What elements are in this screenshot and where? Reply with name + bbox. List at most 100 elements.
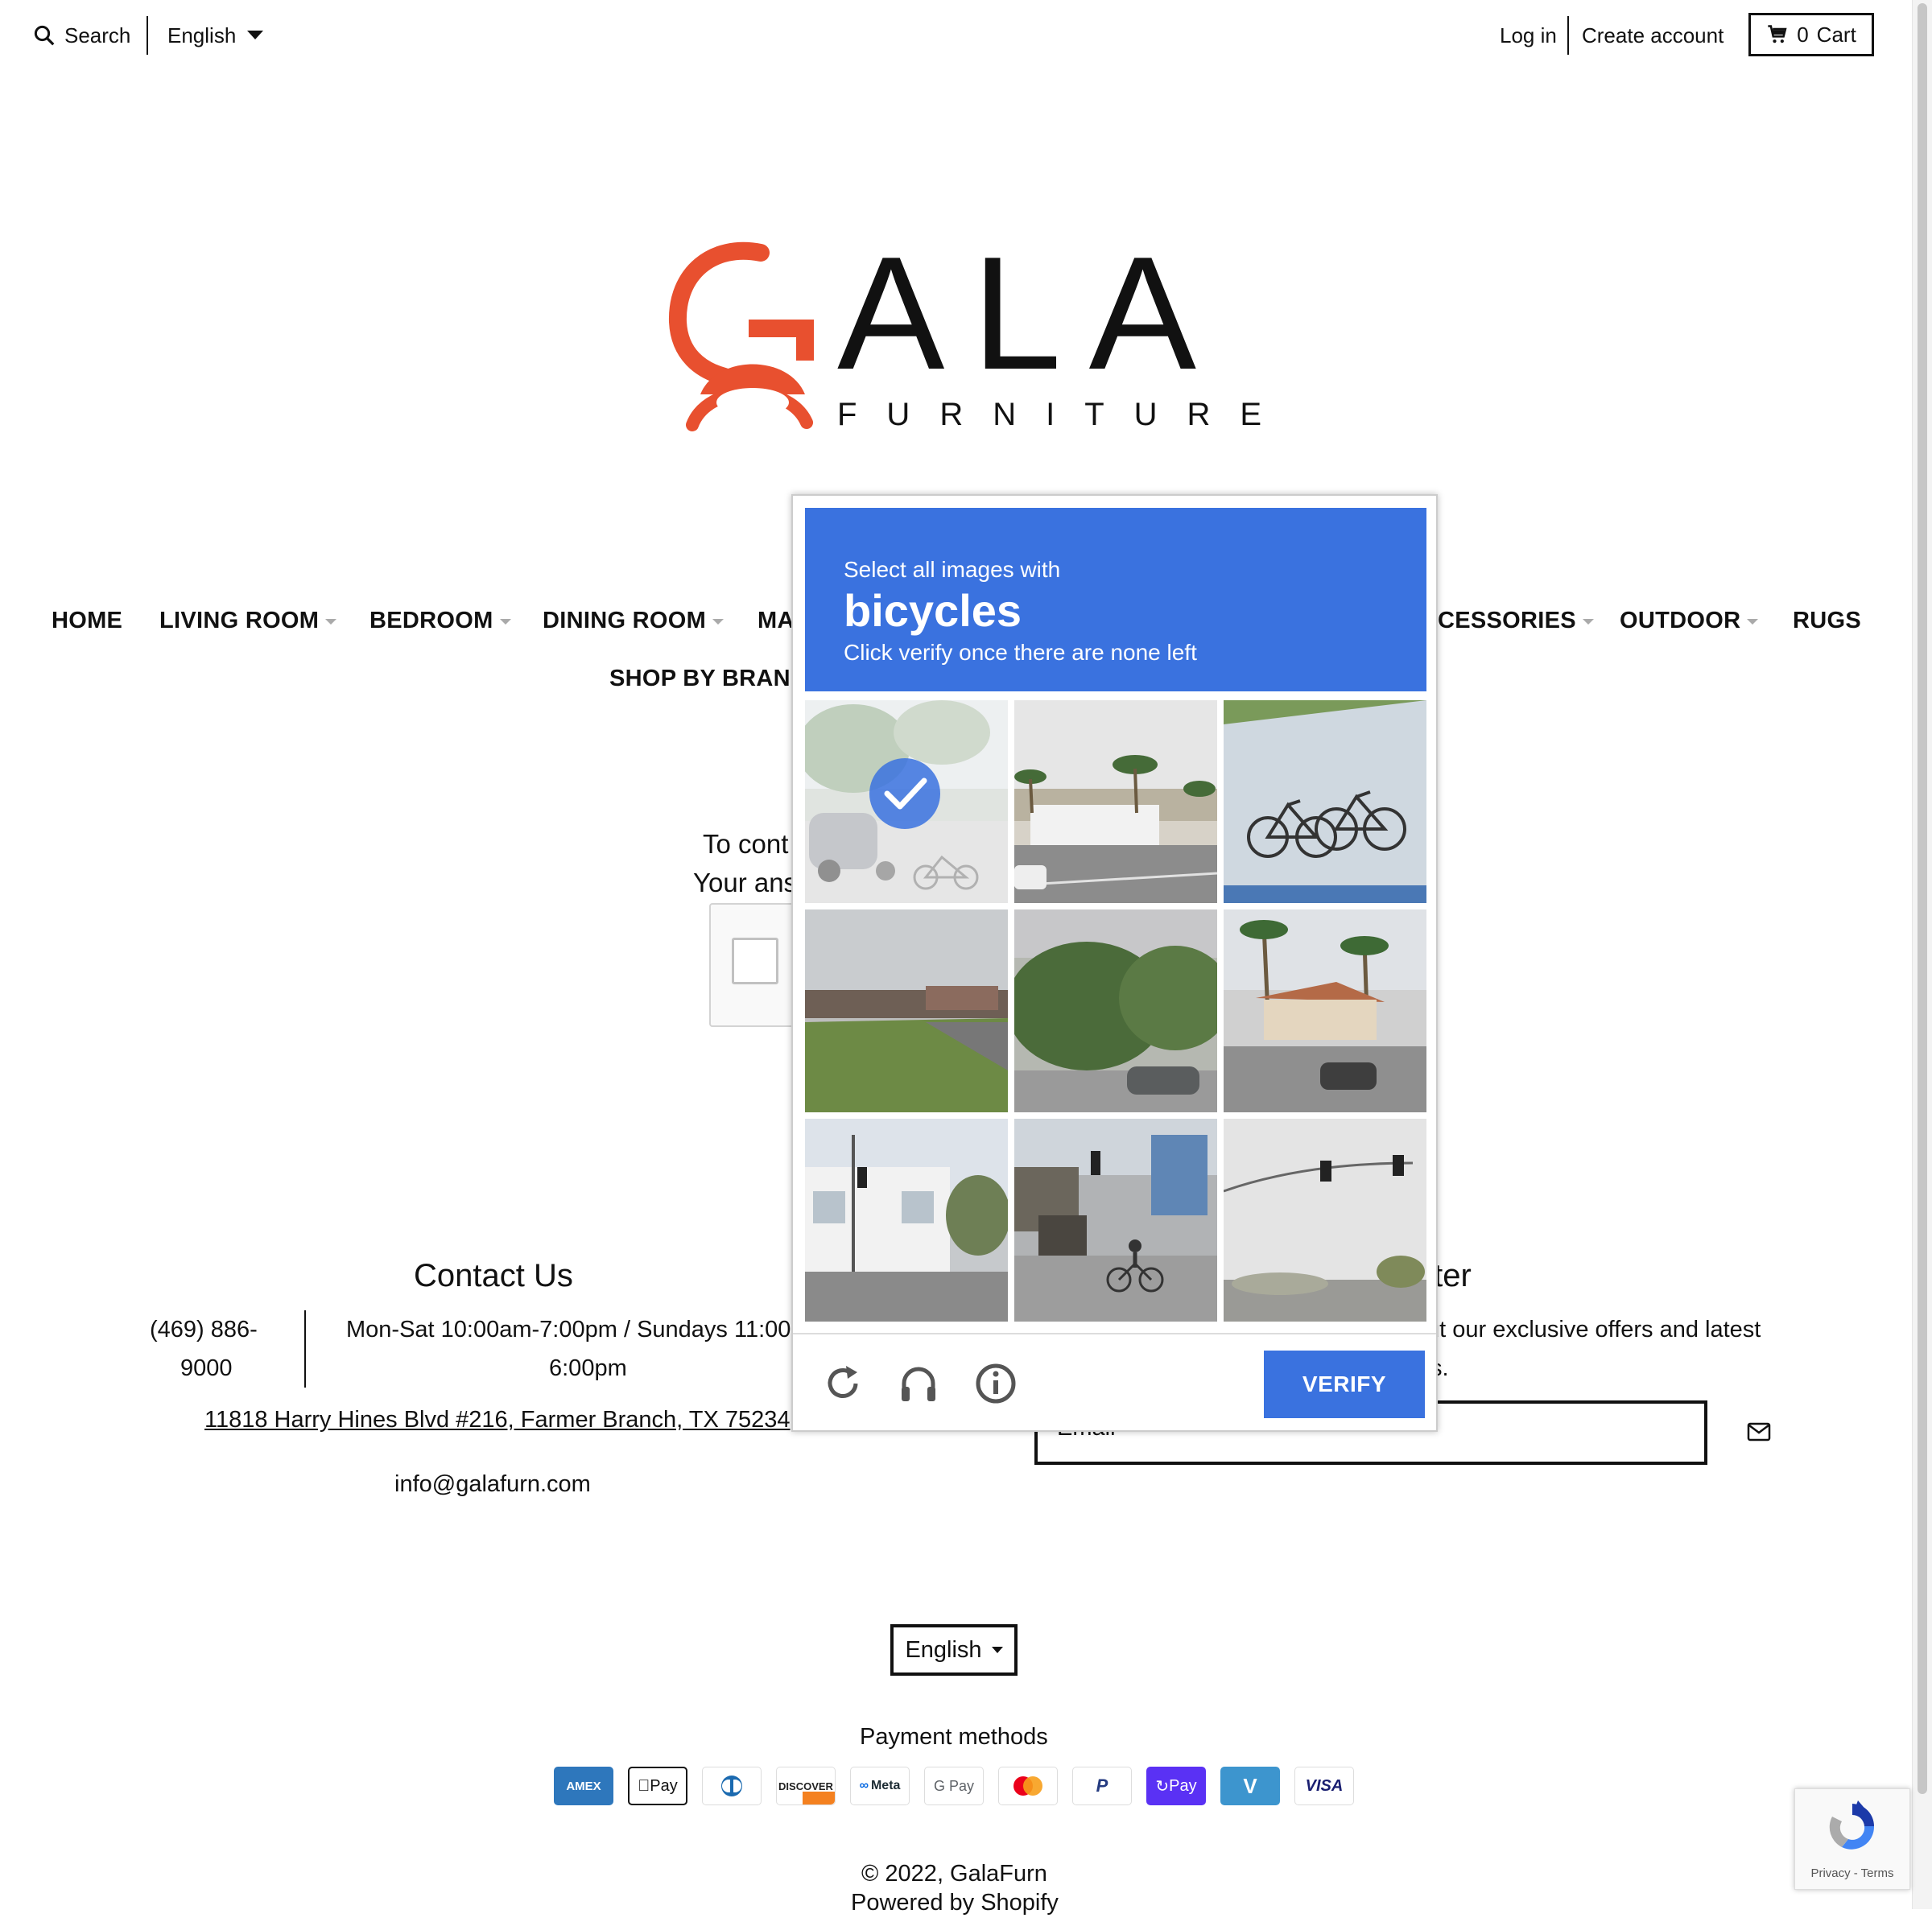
nav-label: RUGS	[1793, 608, 1861, 633]
captcha-header: Select all images with bicycles Click ve…	[805, 508, 1426, 691]
google-pay-icon: G Pay	[924, 1767, 984, 1805]
audio-icon[interactable]	[896, 1361, 941, 1406]
discover-icon: DISCOVER	[776, 1767, 836, 1805]
apple-pay-label: Pay	[643, 1776, 677, 1795]
caret-down-icon	[1582, 618, 1594, 625]
nav-rugs[interactable]: RUGS	[1793, 605, 1861, 636]
search-icon	[34, 25, 55, 46]
payment-methods-title: Payment methods	[860, 1724, 1048, 1750]
captcha-target: bicycles	[844, 585, 1022, 636]
tile-palm-road[interactable]	[1014, 700, 1217, 903]
challenge-message-line1: To cont	[703, 829, 789, 859]
tile-truck-bicycles[interactable]	[1224, 700, 1426, 903]
nav-outdoor[interactable]: OUTDOOR	[1620, 605, 1759, 636]
chevron-down-icon	[991, 1646, 1003, 1653]
meta-pay-label: Meta	[870, 1779, 901, 1792]
captcha-challenge-dialog: Select all images with bicycles Click ve…	[791, 494, 1438, 1432]
cart-icon	[1768, 25, 1787, 43]
nav-label: MA	[758, 608, 795, 633]
tile-street-bike-rack[interactable]	[805, 700, 1008, 903]
nav-living-room[interactable]: LIVING ROOM	[159, 605, 337, 636]
language-selector[interactable]: English	[167, 23, 264, 48]
login-link[interactable]: Log in	[1500, 23, 1557, 48]
nav-home[interactable]: HOME	[52, 605, 122, 636]
nav-accessories[interactable]: CESSORIES	[1438, 605, 1594, 636]
recaptcha-badge[interactable]: Privacy - Terms	[1794, 1788, 1910, 1890]
nav-label: LIVING ROOM	[159, 608, 320, 633]
cart-label: Cart	[1816, 22, 1856, 47]
visa-icon: VISA	[1294, 1767, 1354, 1805]
nav-label: SHOP BY BRAND	[609, 666, 808, 691]
newsletter-text-line1: ut our exclusive offers and latest	[1426, 1317, 1761, 1343]
contact-email[interactable]: info@galafurn.com	[394, 1465, 591, 1503]
store-address-link[interactable]: 11818 Harry Hines Blvd #216, Farmer Bran…	[204, 1400, 791, 1439]
search-link[interactable]: Search	[32, 23, 130, 48]
divider	[147, 16, 148, 55]
nav-label: HOME	[52, 608, 123, 633]
nav-label: OUTDOOR	[1620, 608, 1741, 633]
nav-label: CESSORIES	[1438, 608, 1576, 633]
paypal-icon: P	[1072, 1767, 1132, 1805]
nav-label: DINING ROOM	[543, 608, 707, 633]
nav-shop-by-brand[interactable]: SHOP BY BRAND	[609, 663, 807, 694]
footer-language-select[interactable]: English	[890, 1624, 1018, 1676]
phone-line2[interactable]: 9000	[180, 1349, 233, 1388]
tile-cyclist-street[interactable]	[1014, 1119, 1217, 1322]
logo-mark-icon	[668, 241, 814, 431]
captcha-instruction: Select all images with	[844, 557, 1061, 582]
tile-field-road[interactable]	[805, 909, 1008, 1112]
top-bar: Search English Log in Create account 0 C…	[0, 0, 1912, 72]
tile-palm-building[interactable]	[1224, 909, 1426, 1112]
nav-bedroom[interactable]: BEDROOM	[369, 605, 511, 636]
cart-count: 0	[1797, 22, 1809, 47]
diners-club-icon	[702, 1767, 762, 1805]
logo-subtitle: FURNITURE	[837, 397, 1292, 432]
amex-icon: AMEX	[554, 1767, 613, 1805]
nav-dining-room[interactable]: DINING ROOM	[543, 605, 724, 636]
caret-down-icon	[712, 618, 724, 625]
contact-title: Contact Us	[414, 1258, 573, 1293]
scrollbar-thumb[interactable]	[1918, 3, 1927, 1794]
venmo-label: V	[1243, 1773, 1257, 1798]
recaptcha-badge-links[interactable]: Privacy - Terms	[1795, 1866, 1909, 1880]
shop-pay-icon: ↻ Pay	[1146, 1767, 1206, 1805]
visa-label: VISA	[1305, 1776, 1344, 1795]
powered-by-link[interactable]: Powered by Shopify	[851, 1883, 1059, 1922]
tile-building-intersection[interactable]	[805, 1119, 1008, 1322]
divider	[304, 1310, 306, 1388]
tile-traffic-light[interactable]	[1224, 1119, 1426, 1322]
caret-down-icon	[499, 618, 511, 625]
submit-mail-icon[interactable]	[1747, 1421, 1771, 1442]
create-account-link[interactable]: Create account	[1582, 23, 1724, 48]
venmo-icon: V	[1220, 1767, 1280, 1805]
google-pay-label: G Pay	[933, 1777, 975, 1794]
mastercard-icon	[998, 1767, 1058, 1805]
store-hours-line2: 6:00pm	[549, 1355, 627, 1381]
info-icon[interactable]	[973, 1361, 1018, 1406]
shop-pay-label: Pay	[1169, 1776, 1197, 1795]
chevron-down-icon	[247, 31, 264, 39]
language-label: English	[167, 23, 237, 47]
caret-down-icon	[1747, 618, 1759, 625]
cart-button[interactable]: 0 Cart	[1748, 13, 1874, 56]
discover-label: DISCOVER	[778, 1780, 833, 1792]
recaptcha-checkbox[interactable]	[732, 938, 778, 984]
tile-trees-car[interactable]	[1014, 909, 1217, 1112]
reload-icon[interactable]	[820, 1361, 865, 1406]
apple-pay-icon: Pay	[628, 1767, 687, 1805]
divider	[1567, 16, 1569, 55]
nav-label: BEDROOM	[369, 608, 493, 633]
meta-pay-icon: ∞ Meta	[850, 1767, 910, 1805]
language-label: English	[905, 1636, 982, 1663]
nav-partial-ma[interactable]: MA	[758, 605, 795, 636]
amex-label: AMEX	[566, 1779, 601, 1793]
search-label: Search	[64, 23, 131, 47]
recaptcha-logo-icon	[1829, 1800, 1875, 1850]
challenge-message-line2: Your ans	[693, 868, 798, 897]
store-hours-line1: Mon-Sat 10:00am-7:00pm / Sundays 11:00	[346, 1317, 791, 1343]
verify-button[interactable]: VERIFY	[1264, 1351, 1425, 1418]
paypal-label: P	[1096, 1776, 1108, 1796]
logo-wordmark: ALA	[837, 224, 1224, 403]
phone-line1[interactable]: (469) 886-	[150, 1310, 258, 1349]
captcha-hint: Click verify once there are none left	[844, 640, 1197, 665]
